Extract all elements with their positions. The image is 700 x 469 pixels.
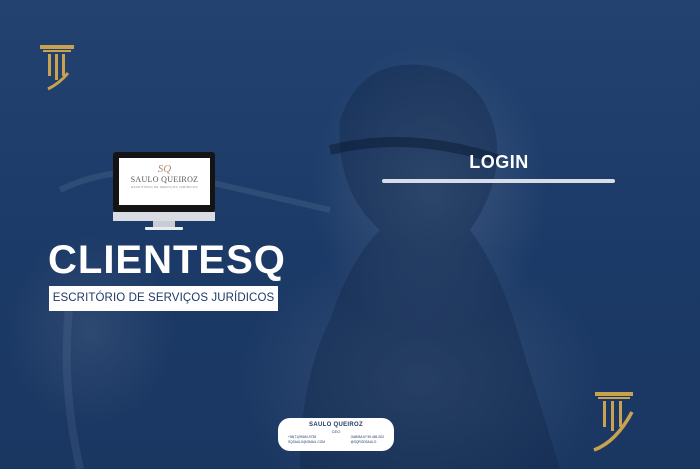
card-right-column: OAB/BA Nº 59.465-S02 @SQRODSAULO [351,435,384,445]
column-scale-logo-icon [593,392,634,452]
login-title[interactable]: LOGIN [383,152,615,173]
monitor-logo-subtitle: ESCRITÓRIO DE SERVIÇOS JURÍDICOS [131,185,198,189]
card-handle: @SQRODSAULO [350,440,377,444]
contact-card: SAULO QUEIROZ CEO +55(71)99184-9738 SQSA… [278,418,394,451]
card-details: +55(71)99184-9738 SQSAULO@GMAIL.COM OAB/… [278,434,394,445]
sq-monogram: SQ [157,163,172,175]
card-left-column: +55(71)99184-9738 SQSAULO@GMAIL.COM [288,435,325,445]
monitor-logo-name: SAULO QUEIROZ [130,175,199,184]
brand-title: CLIENTESQ [48,238,286,282]
monitor-screen: SQ SAULO QUEIROZ ESCRITÓRIO DE SERVIÇOS … [119,158,210,205]
monitor-illustration: SQ SAULO QUEIROZ ESCRITÓRIO DE SERVIÇOS … [113,152,215,236]
column-logo-icon [40,45,74,91]
card-email: SQSAULO@GMAIL.COM [288,440,325,444]
login-underline [382,179,615,183]
card-name: SAULO QUEIROZ [309,422,363,428]
brand-tagline: ESCRITÓRIO DE SERVIÇOS JURÍDICOS [49,286,278,311]
